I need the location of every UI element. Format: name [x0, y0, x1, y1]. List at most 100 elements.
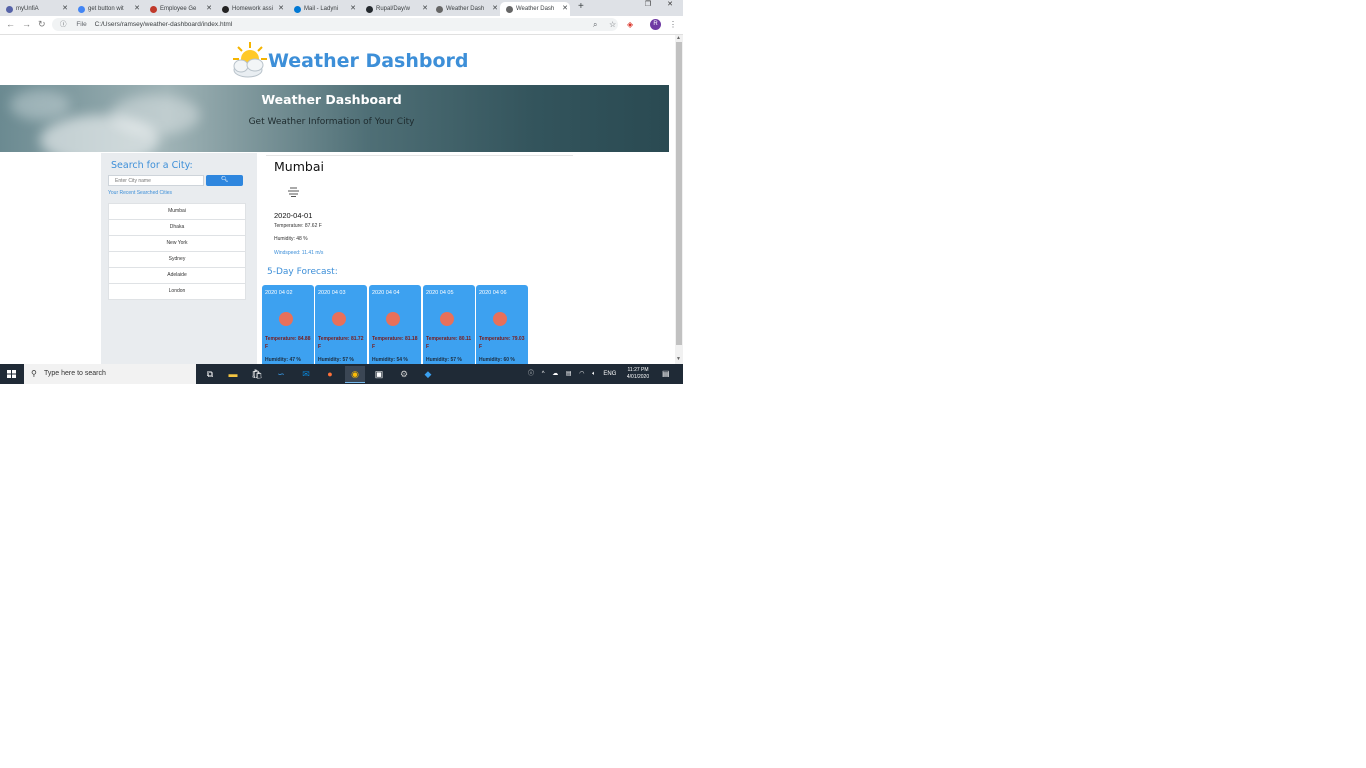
page-viewport: Weather Dashbord Weather Dashboard Get W…	[0, 35, 675, 364]
forecast-humidity: Humidity: 57 %	[318, 357, 354, 363]
scrollbar-thumb[interactable]	[676, 42, 682, 345]
close-tab-icon[interactable]: ✕	[562, 2, 568, 16]
help-icon[interactable]: ⓘ	[528, 371, 534, 377]
taskbar-clock[interactable]: 11:27 PM 4/01/2020	[619, 367, 657, 381]
chrome-icon[interactable]: ◉	[345, 366, 365, 383]
tab-favicon-icon	[6, 5, 13, 13]
close-tab-icon[interactable]: ✕	[134, 2, 140, 16]
brand-title: Weather Dashbord	[268, 50, 469, 72]
forecast-temperature: Temperature: 80.11 F	[426, 336, 472, 350]
search-label: Search for a City:	[111, 160, 193, 171]
vscode-icon[interactable]: ◆	[418, 366, 438, 382]
tab-label: Weather Dash	[516, 6, 555, 12]
browser-tab[interactable]: Mail - Ladyni ✕	[288, 2, 358, 16]
forecast-humidity: Humidity: 57 %	[426, 357, 462, 363]
page-scrollbar[interactable]: ▲ ▼	[675, 35, 683, 364]
menu-kebab-icon[interactable]: ⋮	[669, 20, 677, 29]
terminal-icon[interactable]: ▣	[369, 366, 389, 382]
tab-favicon-icon	[366, 5, 373, 13]
reload-icon[interactable]: ↻	[38, 19, 46, 30]
tab-favicon-icon	[150, 5, 157, 13]
scroll-down-icon[interactable]: ▼	[676, 356, 681, 362]
tab-label: Homework assi	[232, 6, 274, 12]
browser-tab[interactable]: myUnfiA ✕	[0, 2, 70, 16]
url-scheme: File	[76, 21, 87, 28]
search-sidebar: Search for a City: 🔍︎ Your Recent Search…	[101, 153, 257, 364]
taskbar-search-box[interactable]: ⚲ Type here to search	[24, 364, 196, 384]
recent-city-item[interactable]: Mumbai	[109, 204, 245, 220]
close-tab-icon[interactable]: ✕	[278, 2, 284, 16]
browser-tab[interactable]: get button wit ✕	[72, 2, 142, 16]
extension-icon[interactable]: ◈	[627, 20, 633, 29]
info-icon[interactable]: ⓘ	[60, 21, 67, 28]
forecast-title: 5-Day Forecast:	[267, 267, 338, 277]
clock-time: 11:27 PM	[627, 367, 649, 373]
bookmark-star-icon[interactable]: ☆	[609, 20, 616, 29]
recent-city-item[interactable]: Adelaide	[109, 268, 245, 284]
recent-city-item[interactable]: Dhaka	[109, 220, 245, 236]
sun-cloud-icon	[233, 42, 267, 78]
forecast-temperature: Temperature: 81.18 F	[372, 336, 418, 350]
hero-title: Weather Dashboard	[261, 92, 402, 107]
close-tab-icon[interactable]: ✕	[62, 2, 68, 16]
tab-label: Employee Ge	[160, 6, 197, 12]
chevron-up-icon[interactable]: ^	[542, 371, 545, 377]
mail-icon[interactable]: ✉	[296, 366, 316, 382]
forecast-date: 2020 04 04	[372, 290, 400, 296]
tab-favicon-icon	[436, 5, 443, 13]
volume-icon[interactable]: 🔈︎	[592, 371, 596, 377]
visual-studio-icon[interactable]: ∽	[271, 366, 291, 382]
search-button[interactable]: 🔍︎	[206, 175, 243, 186]
forecast-date: 2020 04 06	[479, 290, 507, 296]
city-search-input[interactable]	[108, 175, 204, 186]
scroll-up-icon[interactable]: ▲	[676, 35, 681, 41]
close-tab-icon[interactable]: ✕	[206, 2, 212, 16]
address-bar[interactable]: ⓘ File C:/Users/ramsey/weather-dashboard…	[52, 18, 618, 31]
close-tab-icon[interactable]: ✕	[350, 2, 356, 16]
recent-city-item[interactable]: London	[109, 284, 245, 299]
current-windspeed: Windspeed: 11.41 m/s	[274, 250, 324, 256]
forecast-date: 2020 04 03	[318, 290, 346, 296]
forecast-date: 2020 04 02	[265, 290, 293, 296]
file-explorer-icon[interactable]: ▬	[223, 366, 243, 382]
recent-city-item[interactable]: New York	[109, 236, 245, 252]
forecast-humidity: Humidity: 47 %	[265, 357, 301, 363]
browser-tab[interactable]: Weather Dash ✕	[430, 2, 500, 16]
forward-arrow-icon[interactable]: →	[22, 19, 31, 29]
forecast-temperature: Temperature: 81.72 F	[318, 336, 364, 350]
language-indicator[interactable]: ENG	[603, 371, 616, 377]
search-icon: ⚲	[31, 369, 37, 378]
forecast-date: 2020 04 05	[426, 290, 454, 296]
browser-tab[interactable]: Employee Ge ✕	[144, 2, 214, 16]
close-tab-icon[interactable]: ✕	[492, 2, 498, 16]
close-window-icon[interactable]: ✕	[667, 1, 673, 8]
wifi-icon[interactable]: ◠	[579, 371, 584, 377]
network-icon[interactable]: ▤	[566, 371, 572, 377]
url-text[interactable]: C:/Users/ramsey/weather-dashboard/index.…	[95, 21, 233, 28]
weather-sun-icon	[332, 312, 346, 326]
settings-app-icon[interactable]: ⚙	[394, 366, 414, 382]
weather-sun-icon	[279, 312, 293, 326]
store-icon[interactable]: 🛍︎	[247, 366, 267, 382]
browser-tab-active[interactable]: Weather Dash ✕	[500, 2, 570, 16]
task-view-icon[interactable]: ⧉	[200, 366, 220, 382]
onedrive-icon[interactable]: ☁	[552, 371, 558, 377]
profile-avatar[interactable]: R	[650, 19, 661, 30]
start-button[interactable]	[0, 364, 24, 384]
close-tab-icon[interactable]: ✕	[422, 2, 428, 16]
firefox-icon[interactable]: ●	[320, 366, 340, 382]
recent-searches-label: Your Recent Searched Cities	[108, 190, 173, 196]
current-temperature: Temperature: 87.62 F	[274, 223, 322, 229]
back-arrow-icon[interactable]: ←	[6, 19, 15, 29]
browser-tab[interactable]: Rupal/Day/w ✕	[360, 2, 430, 16]
zoom-icon[interactable]: ⌕	[593, 20, 597, 30]
new-tab-button[interactable]: +	[578, 1, 584, 12]
tab-label: Rupal/Day/w	[376, 6, 411, 12]
browser-tab[interactable]: Homework assi ✕	[216, 2, 286, 16]
notification-icon[interactable]: ▤	[662, 369, 671, 378]
recent-city-item[interactable]: Sydney	[109, 252, 245, 268]
weather-sun-icon	[386, 312, 400, 326]
divider	[266, 155, 573, 156]
tab-label: Weather Dash	[446, 6, 485, 12]
restore-window-icon[interactable]: ❐	[645, 1, 651, 8]
